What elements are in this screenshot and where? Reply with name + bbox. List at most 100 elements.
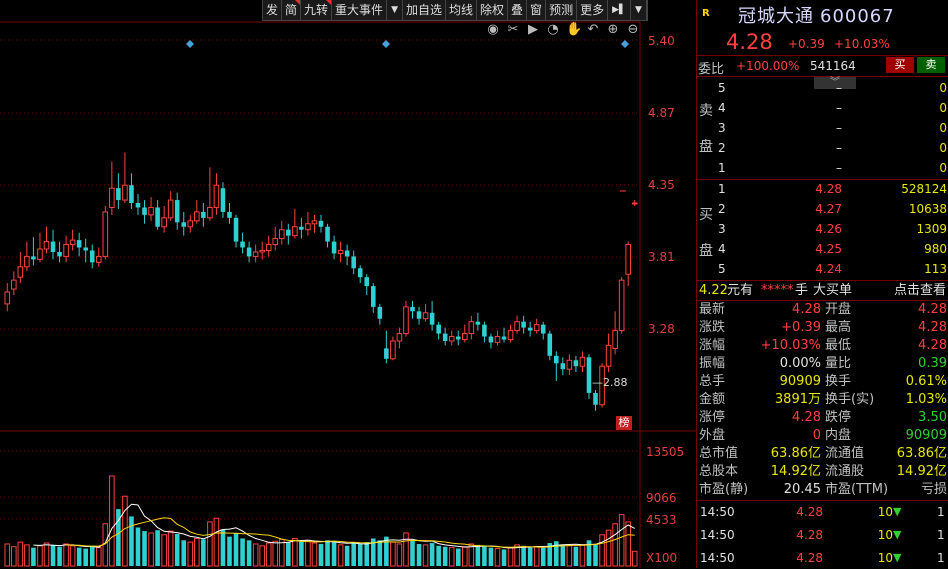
stat-value: +0.39 [781, 320, 821, 335]
order-price: – [836, 141, 842, 155]
down-arrow-icon: ▼ [893, 528, 902, 541]
toolbar-forecast-button[interactable]: 预测 [546, 0, 578, 20]
volume-bar [4, 543, 11, 567]
stat-value: 4.28 [918, 320, 947, 335]
volume-bar [403, 532, 409, 567]
toolbar-expand-icon[interactable]: ▶▌ [608, 0, 631, 20]
draw-icon[interactable]: ◔ [546, 22, 560, 37]
kline-chart-area[interactable]: 发 简 九转 重大事件 ▼ 加自选 均线 除权 叠 窗 预测 更多 ▶▌ ▼ ◉… [0, 0, 696, 568]
toolbar-menu-icon[interactable]: ▼ [631, 0, 647, 20]
volume-bar [299, 541, 304, 566]
volume-bar [605, 529, 612, 567]
volume-bar [43, 542, 50, 567]
tick-row[interactable]: 14:50 4.28 10 ▼ 1 [697, 524, 948, 546]
order-volume: 0 [939, 121, 947, 135]
toolbar-major-events-button[interactable]: 重大事件 [332, 0, 388, 20]
stat-row: 总手 90909 换手 0.61% [697, 373, 948, 391]
undo-icon[interactable]: ↶ [586, 22, 600, 37]
order-level: 5 [718, 81, 726, 95]
candle-body [278, 229, 285, 240]
tick-row[interactable]: 14:50 4.28 10 ▼ 1 [697, 547, 948, 569]
toolbar-window-button[interactable]: 窗 [527, 0, 547, 20]
hand-icon[interactable]: ✋ [566, 22, 582, 37]
volume-bar [462, 546, 468, 567]
candle-body [57, 251, 62, 257]
play-icon[interactable]: ▶ [526, 22, 540, 37]
toolbar-fa-button[interactable]: 发 [263, 0, 283, 20]
stat-label: 量比 [825, 356, 852, 371]
sell-order-row[interactable]: 4 – 0 [716, 98, 948, 118]
toolbar-ma-button[interactable]: 均线 [446, 0, 478, 20]
volume-bar [24, 544, 30, 567]
sell-order-row[interactable]: 2 – 0 [716, 138, 948, 158]
volume-bar [448, 547, 455, 567]
buy-order-row[interactable]: 4 4.25 980 [716, 239, 948, 259]
toolbar-dropdown-icon[interactable]: ▼ [387, 0, 403, 20]
volume-bar [207, 521, 213, 567]
sell-order-row[interactable]: 1 – 0 [716, 158, 948, 178]
eye-icon[interactable]: ◉ [486, 22, 500, 37]
candle-body [547, 333, 553, 356]
candle-body [371, 286, 376, 307]
volume-bar [161, 534, 167, 567]
volume-bar [573, 546, 579, 566]
volume-bar [507, 547, 514, 567]
stat-label: 最新 [699, 302, 726, 317]
sell-order-row[interactable]: 5 – 0 [716, 78, 948, 98]
toolbar-jiuzhuan-button[interactable]: 九转 [301, 0, 333, 20]
event-marker-icon [621, 40, 629, 48]
strip-view-link[interactable]: 点击查看 [894, 281, 946, 301]
toolbar-more-button[interactable]: 更多 [577, 0, 609, 20]
zoom-in-icon[interactable]: ⊕ [606, 22, 620, 37]
volume-bar [187, 541, 194, 567]
zoom-out-icon[interactable]: ⊖ [626, 22, 640, 37]
stat-value: 63.86亿 [770, 446, 821, 461]
candle-body [116, 188, 121, 201]
volume-bar [155, 530, 160, 566]
stat-label: 开盘 [825, 302, 852, 317]
volume-bar [201, 539, 206, 566]
candle-body [631, 202, 638, 205]
candle-body [240, 241, 245, 248]
kline-chart[interactable] [0, 0, 696, 568]
divider [697, 55, 948, 56]
stat-value: 14.92亿 [770, 464, 821, 479]
big-order-strip[interactable]: 4.22 元有 ***** 手 大买单 点击查看 [697, 281, 948, 301]
buy-order-row[interactable]: 3 4.26 1309 [716, 219, 948, 239]
buy-order-row[interactable]: 2 4.27 10638 [716, 199, 948, 219]
candle-body [174, 200, 180, 223]
tick-row[interactable]: 14:50 4.28 10 ▼ 1 [697, 501, 948, 523]
order-volume: 10638 [908, 202, 947, 216]
toolbar-jian-button[interactable]: 简 [282, 0, 302, 20]
stat-value: 亏损 [920, 482, 947, 497]
volume-bar [442, 546, 448, 566]
candle-body [135, 203, 141, 208]
buy-order-row[interactable]: 5 4.24 113 [716, 259, 948, 279]
volume-bar [331, 541, 337, 566]
candle-body [31, 256, 36, 260]
candle-body [337, 249, 344, 254]
sell-order-row[interactable]: 3 – 0 [716, 118, 948, 138]
order-level: 2 [718, 202, 726, 216]
toolbar-add-watchlist-button[interactable]: 加自选 [403, 0, 446, 20]
order-level: 3 [718, 222, 726, 236]
scissors-icon[interactable]: ✂ [506, 22, 520, 37]
candle-body [161, 217, 167, 228]
ranking-badge[interactable]: 榜 [616, 416, 632, 430]
stat-value: 0.00% [779, 356, 821, 371]
toolbar-exright-button[interactable]: 除权 [477, 0, 509, 20]
candle-body [102, 211, 109, 257]
buy-order-row[interactable]: 1 4.28 528124 [716, 179, 948, 199]
toolbar-overlay-button[interactable]: 叠 [508, 0, 528, 20]
stat-label: 市盈(TTM) [825, 482, 889, 497]
stat-label: 最低 [825, 338, 852, 353]
candle-body [69, 239, 76, 246]
tick-price: 4.28 [796, 505, 823, 519]
order-volume: 0 [939, 81, 947, 95]
candle-body [167, 199, 174, 219]
sell-button[interactable]: 卖 [917, 57, 945, 73]
volume-bar [533, 546, 540, 567]
volume-bar [76, 547, 82, 566]
buy-button[interactable]: 买 [886, 57, 914, 73]
weibi-value: 541164 [810, 59, 856, 73]
